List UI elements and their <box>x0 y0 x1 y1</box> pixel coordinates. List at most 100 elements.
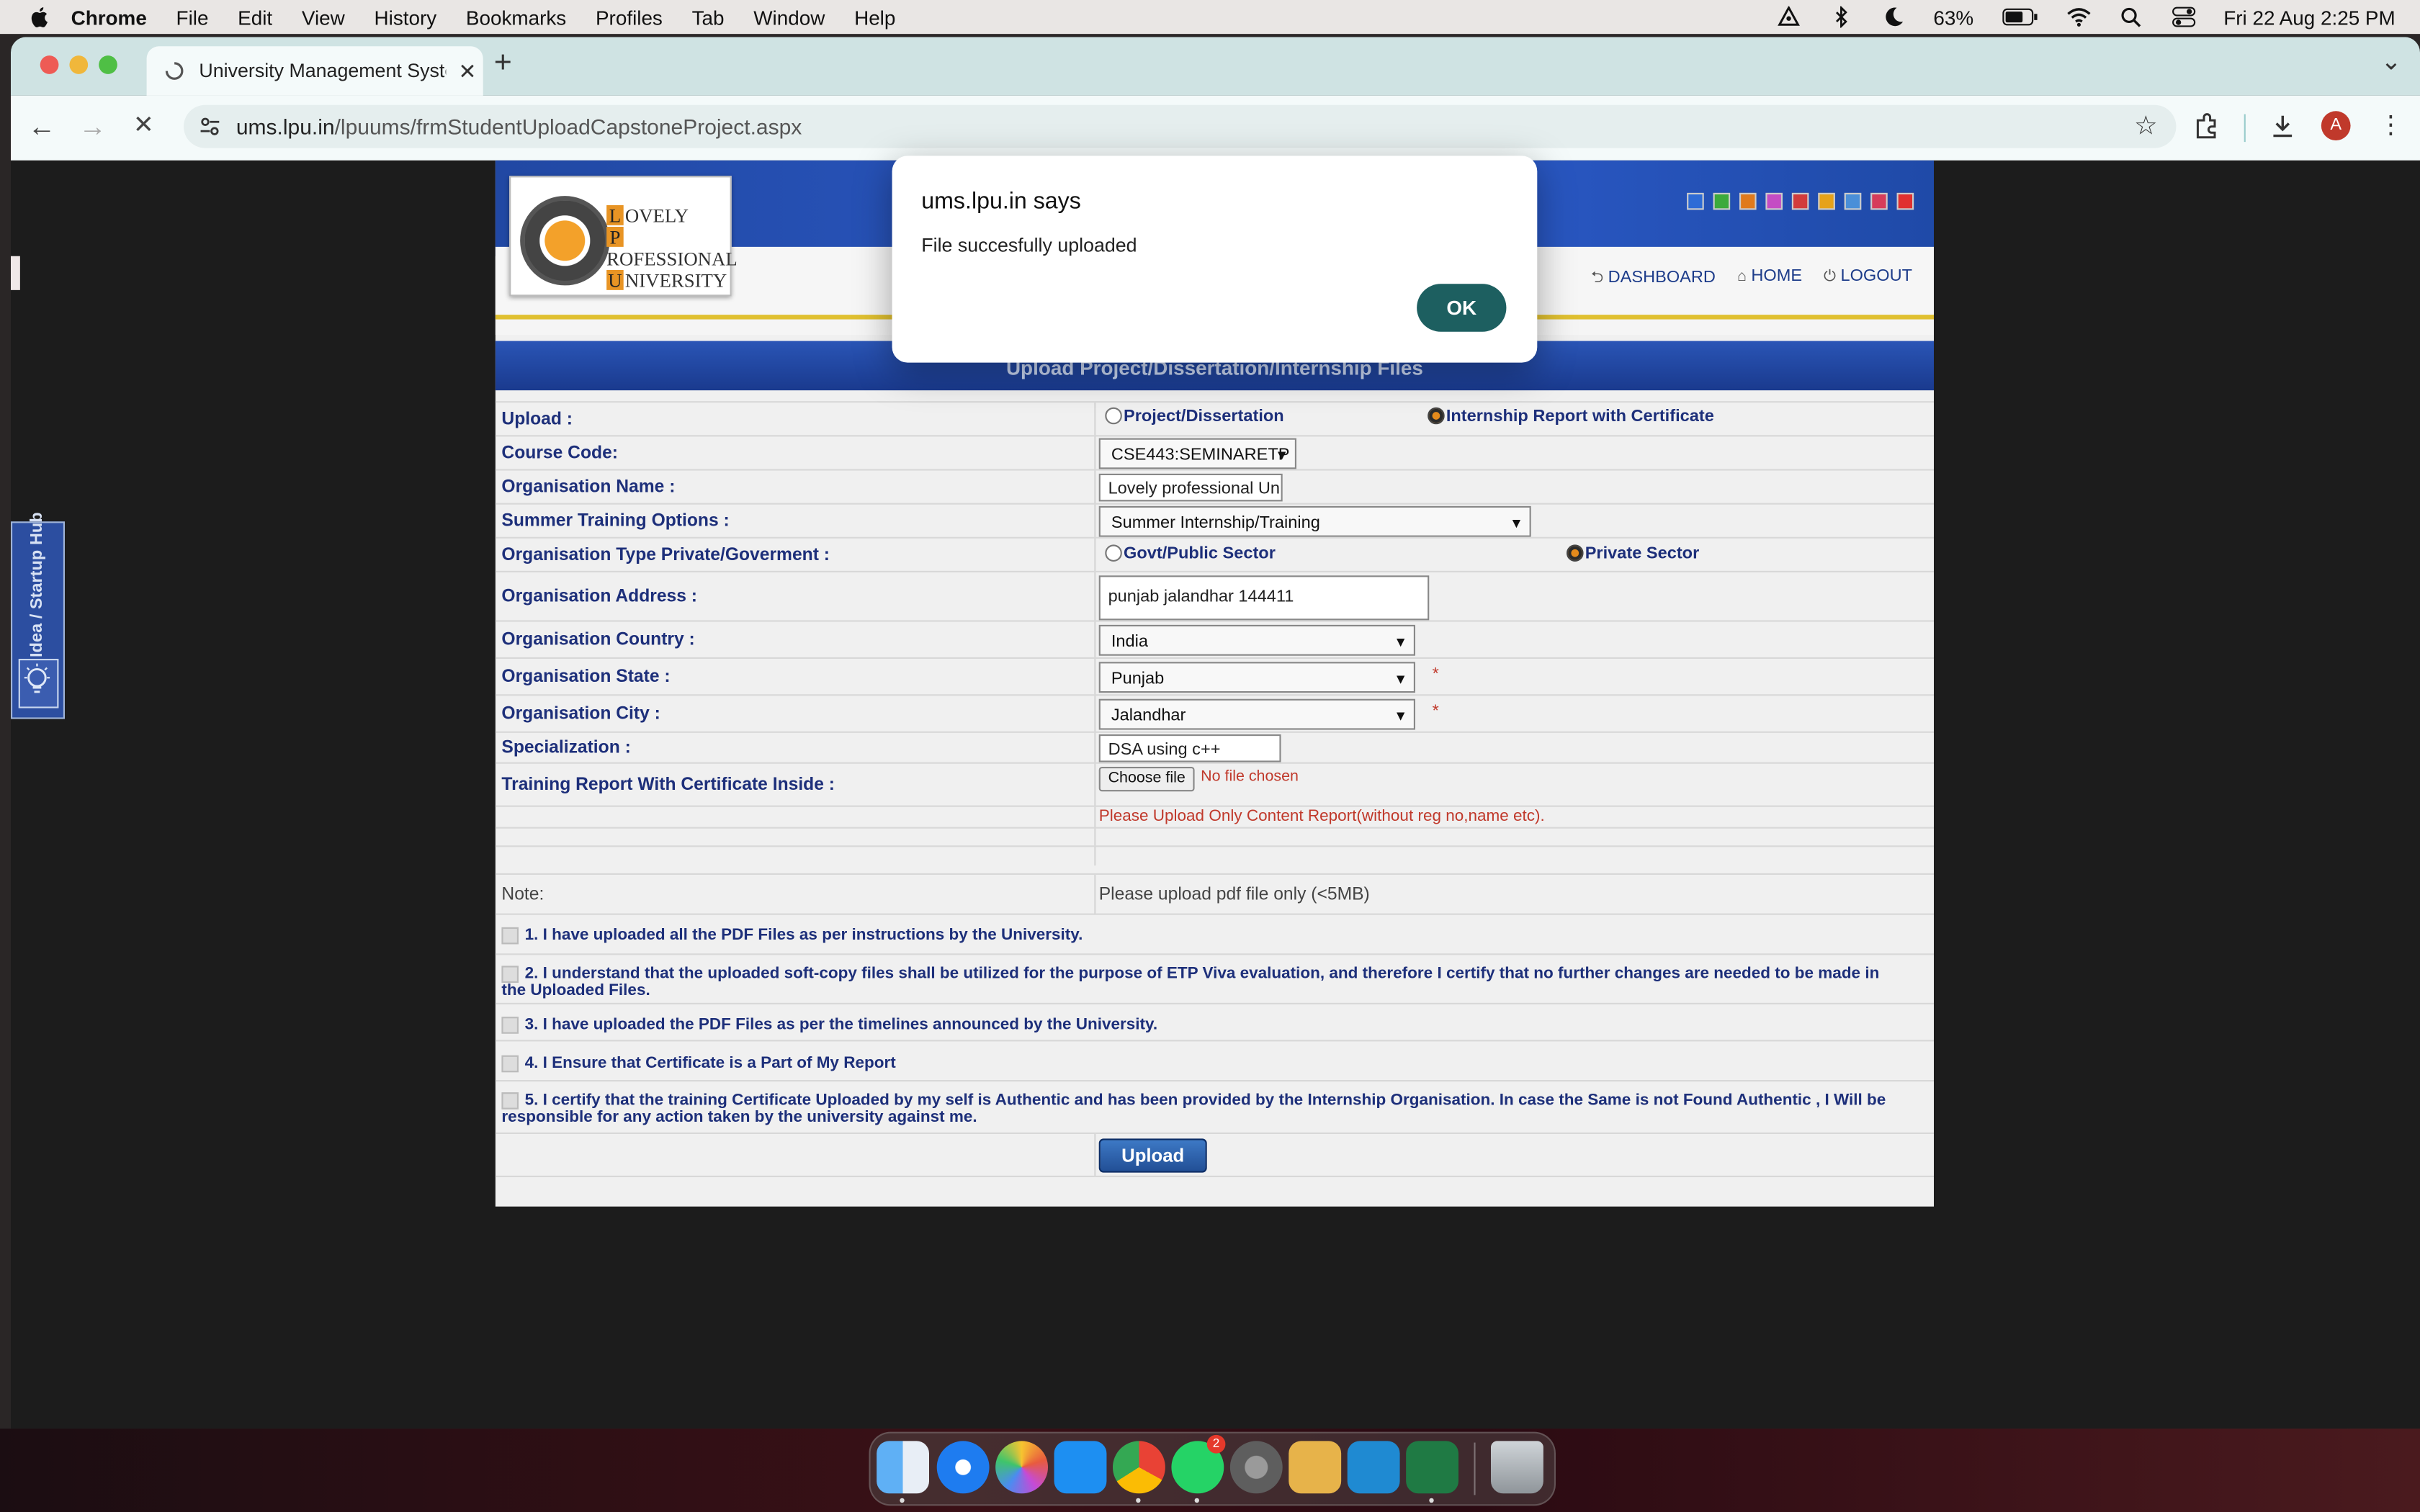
bluetooth-icon[interactable] <box>1829 6 1853 28</box>
upload-button[interactable]: Upload <box>1098 1138 1207 1173</box>
radio-private-sector[interactable]: Private Sector <box>1567 544 1699 563</box>
menu-tab[interactable]: Tab <box>692 6 725 29</box>
spacer-row <box>495 845 1934 866</box>
org-type-row: Organisation Type Private/Goverment : Go… <box>495 536 1934 572</box>
menu-help[interactable]: Help <box>854 6 895 29</box>
theme-color-swatch[interactable] <box>1765 192 1783 210</box>
theme-color-swatch[interactable] <box>1713 192 1731 210</box>
radio-circle-selected[interactable] <box>1428 408 1445 426</box>
system-settings-icon[interactable] <box>1229 1441 1283 1494</box>
theme-color-swatch[interactable] <box>1791 192 1809 210</box>
recycle-folder-icon[interactable] <box>1289 1441 1342 1494</box>
theme-color-swatch[interactable] <box>1844 192 1862 210</box>
declaration-checkbox[interactable] <box>501 966 519 983</box>
menu-file[interactable]: File <box>176 6 209 29</box>
specialization-input[interactable]: DSA using c++ <box>1098 734 1281 762</box>
dock-running-dot <box>1429 1498 1434 1503</box>
idea-startup-hub-widget[interactable]: Idea / Startup Hub <box>11 512 65 719</box>
safari-icon[interactable] <box>936 1441 990 1494</box>
org-address-textarea[interactable]: punjab jalandhar 144411 <box>1098 575 1430 621</box>
tab-search-chevron-icon[interactable]: ⌄ <box>2381 46 2402 77</box>
excel-icon[interactable] <box>1406 1441 1458 1494</box>
home-link[interactable]: ⌂ HOME <box>1737 267 1802 293</box>
theme-color-swatch[interactable] <box>1818 192 1835 210</box>
choose-file-button[interactable]: Choose file <box>1098 767 1195 792</box>
tab-close-icon[interactable]: ✕ <box>458 58 476 84</box>
side-edge-tab[interactable] <box>11 256 20 290</box>
spotlight-search-icon[interactable] <box>2119 6 2143 28</box>
declaration-checkbox[interactable] <box>501 927 519 945</box>
declaration-checkbox[interactable] <box>501 1092 519 1110</box>
radio-circle[interactable] <box>1105 408 1122 426</box>
menu-app-name[interactable]: Chrome <box>71 6 147 29</box>
column-divider <box>1094 763 1096 807</box>
dashboard-link-label: DASHBOARD <box>1608 268 1716 287</box>
training-option-select[interactable]: Summer Internship/Training ▼ <box>1098 505 1531 537</box>
menu-view[interactable]: View <box>302 6 345 29</box>
stop-loading-icon[interactable]: ✕ <box>128 111 159 142</box>
whatsapp-badge: 2 <box>1206 1434 1226 1454</box>
declaration-checkbox[interactable] <box>501 1055 519 1073</box>
theme-color-swatch[interactable] <box>1870 192 1888 210</box>
finder-icon[interactable] <box>877 1441 929 1494</box>
chrome-icon[interactable] <box>1113 1441 1165 1494</box>
course-code-label: Course Code: <box>501 444 619 463</box>
radio-internship-report[interactable]: Internship Report with Certificate <box>1428 408 1714 426</box>
chevron-down-icon: ▼ <box>1394 708 1408 724</box>
close-window-button[interactable] <box>40 55 59 74</box>
extensions-puzzle-icon[interactable] <box>2193 112 2221 140</box>
dialog-ok-button[interactable]: OK <box>1417 284 1507 332</box>
declaration-checkbox[interactable] <box>501 1017 519 1034</box>
battery-icon[interactable] <box>2002 6 2038 28</box>
downloads-icon[interactable] <box>2269 112 2297 140</box>
vpn-status-icon[interactable] <box>1776 6 1801 28</box>
spacer-row <box>495 827 1934 847</box>
minimize-window-button[interactable] <box>69 55 89 74</box>
theme-color-swatch[interactable] <box>1739 192 1757 210</box>
address-bar[interactable]: ums.lpu.in/lpuums/frmStudentUploadCapsto… <box>183 104 2177 148</box>
bookmark-star-icon[interactable]: ☆ <box>2134 111 2158 142</box>
site-settings-icon[interactable] <box>199 116 220 138</box>
menu-profiles[interactable]: Profiles <box>596 6 663 29</box>
control-center-icon[interactable] <box>2171 6 2195 28</box>
org-state-select[interactable]: Punjab ▼ <box>1098 662 1415 693</box>
apple-icon[interactable] <box>28 4 53 29</box>
menu-history[interactable]: History <box>375 6 437 29</box>
profile-avatar[interactable]: A <box>2321 111 2351 140</box>
menu-edit[interactable]: Edit <box>238 6 272 29</box>
logo-word-2: ROFESSIONAL <box>606 248 738 270</box>
declaration-row: 5. I certify that the training Certifica… <box>495 1080 1934 1134</box>
radio-circle-selected[interactable] <box>1567 545 1584 563</box>
radio-circle[interactable] <box>1105 545 1122 563</box>
zoom-window-button[interactable] <box>99 55 117 74</box>
radio-internship-label: Internship Report with Certificate <box>1446 407 1714 426</box>
dashboard-link[interactable]: ⮌ DASHBOARD <box>1591 267 1716 293</box>
toolbar-divider <box>2244 114 2246 143</box>
browser-menu-icon[interactable]: ⋮ <box>2378 109 2403 140</box>
menubar-clock[interactable]: Fri 22 Aug 2:25 PM <box>2223 6 2395 29</box>
radio-govt-sector[interactable]: Govt/Public Sector <box>1105 544 1276 563</box>
theme-color-swatch[interactable] <box>1687 192 1704 210</box>
focus-moon-icon[interactable] <box>1881 6 1905 28</box>
course-code-select[interactable]: CSE443:SEMINARETP ▼ <box>1098 438 1296 469</box>
menu-window[interactable]: Window <box>753 6 825 29</box>
lpu-logo[interactable]: L OVELY PROFESSIONAL U NIVERSITY <box>509 176 738 297</box>
logout-link[interactable]: ⏻ LOGOUT <box>1824 267 1912 293</box>
chevron-down-icon: ▼ <box>1275 447 1289 463</box>
app-store-icon[interactable] <box>1054 1441 1107 1494</box>
column-divider <box>1094 696 1096 733</box>
wifi-icon[interactable] <box>2066 6 2091 28</box>
forward-arrow-icon[interactable]: → <box>77 111 108 142</box>
org-country-select[interactable]: India ▼ <box>1098 624 1415 656</box>
trash-icon[interactable] <box>1491 1441 1543 1494</box>
org-city-select[interactable]: Jalandhar ▼ <box>1098 698 1415 730</box>
vscode-icon[interactable] <box>1347 1441 1400 1494</box>
org-name-input[interactable]: Lovely professional Un <box>1098 473 1283 502</box>
menu-bookmarks[interactable]: Bookmarks <box>466 6 566 29</box>
photos-icon[interactable] <box>995 1441 1048 1494</box>
theme-color-swatch[interactable] <box>1896 192 1914 210</box>
new-tab-icon[interactable]: + <box>494 46 512 81</box>
radio-project-dissertation[interactable]: Project/Dissertation <box>1105 408 1284 426</box>
back-arrow-icon[interactable]: ← <box>26 111 57 142</box>
browser-tab[interactable]: University Management Syste ✕ <box>146 46 483 96</box>
